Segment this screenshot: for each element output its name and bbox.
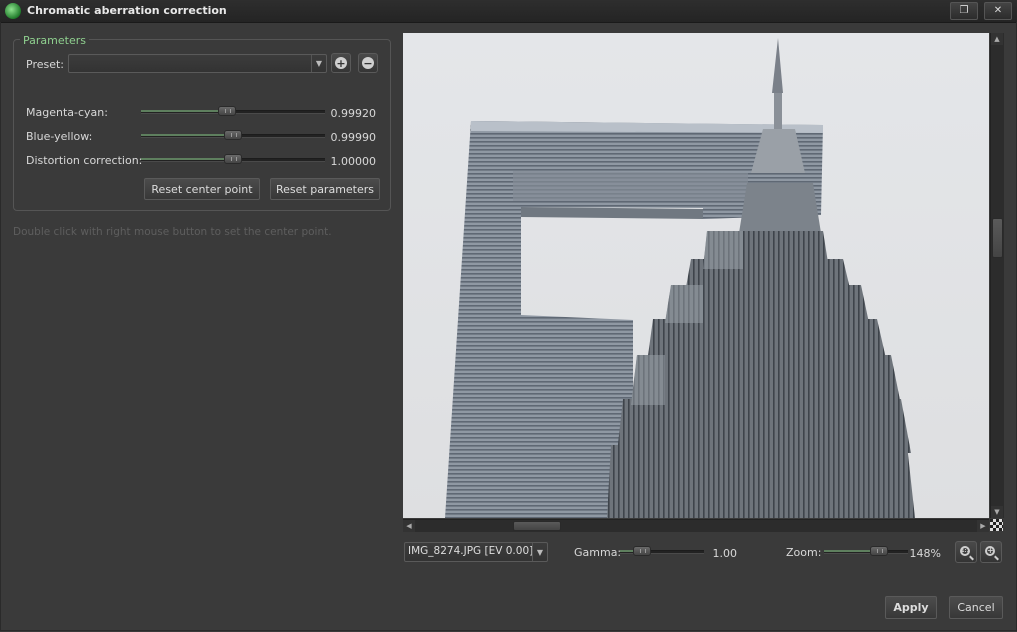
magenta-cyan-slider[interactable]	[141, 106, 325, 116]
zoom-slider[interactable]	[824, 546, 908, 556]
preview-horizontal-scrollbar[interactable]: ◀ ▶	[403, 519, 989, 532]
window-title: Chromatic aberration correction	[27, 4, 227, 17]
gamma-label: Gamma:	[574, 546, 622, 559]
chevron-down-icon: ▼	[311, 55, 326, 72]
restore-button[interactable]: ❐	[950, 2, 978, 20]
preview-vertical-scrollbar[interactable]: ▲ ▼	[990, 33, 1004, 518]
chevron-down-icon: ▼	[532, 543, 547, 561]
magenta-cyan-value: 0.99920	[330, 107, 377, 120]
slider-handle[interactable]	[632, 546, 651, 556]
image-select[interactable]: IMG_8274.JPG [EV 0.00] ▼	[404, 542, 548, 562]
skyscraper-photo	[403, 33, 989, 518]
preset-combo[interactable]: ▼	[68, 54, 327, 73]
blue-yellow-label: Blue-yellow:	[26, 130, 93, 143]
minus-icon: −	[362, 56, 374, 70]
blue-yellow-slider[interactable]	[141, 130, 325, 140]
distortion-correction-slider[interactable]	[141, 154, 325, 164]
title-bar: Chromatic aberration correction ❐ ✕	[0, 0, 1017, 23]
magenta-cyan-label: Magenta-cyan:	[26, 106, 108, 119]
restore-icon: ❐	[959, 5, 969, 16]
blue-yellow-value: 0.99990	[330, 131, 377, 144]
zoom-label: Zoom:	[786, 546, 822, 559]
center-point-hint: Double click with right mouse button to …	[13, 226, 332, 238]
checkerboard-icon	[990, 519, 1003, 531]
app-icon	[5, 3, 21, 19]
scroll-down-icon[interactable]: ▼	[991, 506, 1003, 518]
slider-handle[interactable]	[224, 154, 242, 164]
close-button[interactable]: ✕	[984, 2, 1012, 20]
close-icon: ✕	[993, 5, 1003, 16]
horizontal-scroll-thumb[interactable]	[513, 521, 561, 531]
slider-handle[interactable]	[224, 130, 242, 140]
apply-button[interactable]: Apply	[885, 596, 937, 619]
gamma-value: 1.00	[712, 547, 738, 560]
vertical-scroll-thumb[interactable]	[992, 218, 1003, 258]
zoom-fit-button[interactable]: 1:1	[955, 541, 977, 563]
preview-canvas[interactable]	[403, 33, 989, 518]
zoom-value: 148%	[909, 547, 941, 560]
scroll-up-icon[interactable]: ▲	[991, 33, 1003, 45]
gamma-slider[interactable]	[620, 546, 704, 556]
zoom-fit-icon: 1:1	[960, 546, 970, 556]
parameters-legend: Parameters	[20, 34, 89, 47]
reset-center-point-button[interactable]: Reset center point	[144, 178, 260, 200]
plus-icon: +	[335, 56, 347, 70]
preset-label: Preset:	[26, 58, 65, 71]
zoom-in-icon: +	[985, 546, 995, 556]
reset-parameters-button[interactable]: Reset parameters	[270, 178, 380, 200]
slider-handle[interactable]	[218, 106, 237, 116]
scroll-right-icon[interactable]: ▶	[977, 520, 989, 532]
distortion-correction-value: 1.00000	[330, 155, 377, 168]
zoom-in-button[interactable]: +	[980, 541, 1002, 563]
add-preset-button[interactable]: +	[331, 53, 351, 73]
image-select-value: IMG_8274.JPG [EV 0.00]	[408, 545, 534, 557]
remove-preset-button[interactable]: −	[358, 53, 378, 73]
scroll-left-icon[interactable]: ◀	[403, 520, 415, 532]
distortion-correction-label: Distortion correction:	[26, 154, 143, 167]
cancel-button[interactable]: Cancel	[949, 596, 1003, 619]
slider-handle[interactable]	[869, 546, 888, 556]
